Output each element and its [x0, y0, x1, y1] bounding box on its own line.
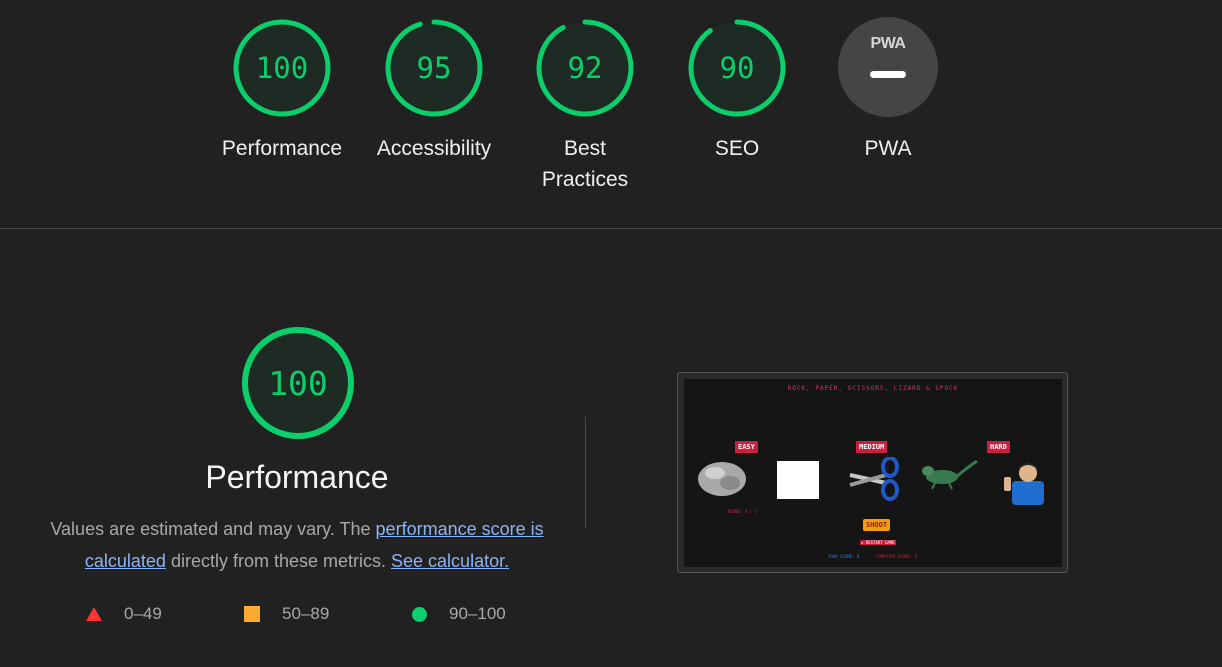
hard-badge: HARD — [987, 441, 1010, 453]
restart-text: ↺ RESTART GAME — [860, 540, 896, 545]
seo-label: SEO — [714, 137, 760, 160]
medium-badge: MEDIUM — [856, 441, 888, 453]
see-calculator-link[interactable]: See calculator. — [391, 551, 509, 571]
final-screenshot[interactable]: ROCK, PAPER, SCISSORS, LIZARD & SPOCK EA… — [677, 372, 1068, 573]
best-practices-label: Best Practices — [541, 137, 629, 191]
dash-icon — [870, 71, 906, 78]
legend-range: 90–100 — [449, 604, 506, 623]
description-text: Values are estimated and may vary. The — [50, 519, 376, 539]
performance-label: Performance — [221, 137, 343, 160]
legend-average: 50–89 — [244, 604, 329, 624]
performance-description: Values are estimated and may vary. The p… — [44, 513, 550, 577]
pwa-logo-icon: PWA — [870, 35, 906, 52]
triangle-icon — [86, 607, 102, 621]
category-seo[interactable]: 90 SEO — [672, 17, 802, 164]
performance-gauge: 100 — [231, 17, 333, 119]
best-practices-gauge: 92 — [534, 17, 636, 119]
screenshot-title: ROCK, PAPER, SCISSORS, LIZARD & SPOCK — [787, 385, 959, 392]
category-performance[interactable]: 100 Performance — [217, 17, 347, 164]
your-score: YOUR SCORE: 0 — [828, 554, 860, 559]
scissors-icon — [849, 457, 899, 501]
accessibility-label: Accessibility — [376, 137, 492, 160]
best-practices-score: 92 — [567, 51, 603, 85]
round-text: ROUND: 0 / 5 — [728, 509, 757, 514]
circle-icon — [412, 606, 427, 622]
screenshot-content: ROCK, PAPER, SCISSORS, LIZARD & SPOCK EA… — [684, 379, 1062, 567]
seo-gauge: 90 — [686, 17, 788, 119]
legend-pass: 90–100 — [412, 604, 506, 624]
vertical-divider — [585, 417, 586, 529]
legend-range: 0–49 — [124, 604, 162, 623]
seo-score: 90 — [719, 51, 755, 85]
description-text-middle: directly from these metrics. — [165, 551, 392, 571]
lizard-icon — [922, 459, 978, 490]
accessibility-score: 95 — [416, 51, 452, 85]
performance-score: 100 — [255, 51, 309, 85]
category-best-practices[interactable]: 92 Best Practices — [520, 17, 650, 195]
legend-range: 50–89 — [282, 604, 330, 623]
shoot-button: SHOOT — [863, 519, 891, 531]
paper-icon — [777, 461, 819, 499]
pwa-label: PWA — [864, 137, 912, 160]
performance-main-gauge: 100 — [240, 325, 356, 441]
legend-fail: 0–49 — [86, 604, 162, 624]
easy-badge: EASY — [735, 441, 758, 453]
performance-title: Performance — [205, 459, 389, 495]
category-pwa[interactable]: PWA PWA — [823, 17, 953, 164]
accessibility-gauge: 95 — [383, 17, 485, 119]
rock-icon — [698, 462, 746, 496]
square-icon — [244, 606, 260, 622]
performance-main-score: 100 — [268, 363, 328, 403]
computer-score: COMPUTER SCORE: 0 — [876, 554, 917, 559]
pwa-badge: PWA — [838, 17, 938, 117]
spock-icon — [1004, 463, 1044, 505]
category-accessibility[interactable]: 95 Accessibility — [369, 17, 499, 164]
section-divider — [0, 228, 1222, 229]
